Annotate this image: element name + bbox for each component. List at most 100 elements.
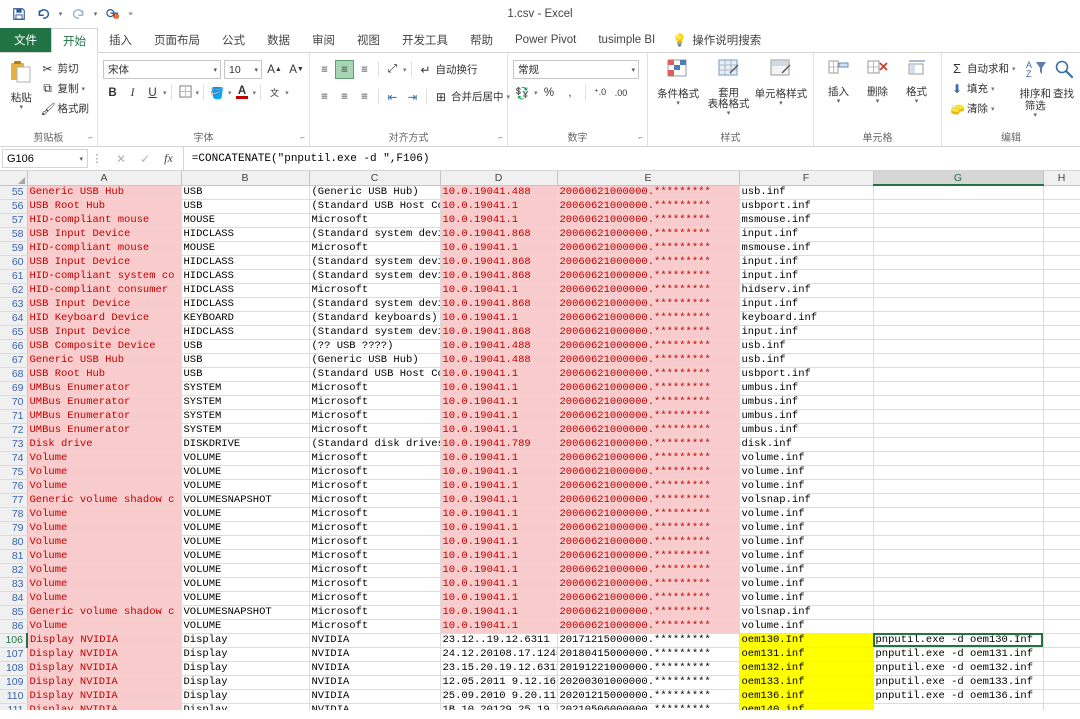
increase-decimal-button[interactable]: ⁺.0 bbox=[591, 83, 610, 102]
cell-F68[interactable]: usbport.inf bbox=[739, 367, 873, 381]
column-header-a[interactable]: A bbox=[27, 171, 181, 185]
cell-H83[interactable] bbox=[1043, 577, 1080, 591]
cell-A77[interactable]: Generic volume shadow c bbox=[27, 493, 181, 507]
cell-E84[interactable]: 20060621000000.********* bbox=[557, 591, 739, 605]
phonetic-dropdown-icon[interactable]: ▾ bbox=[285, 89, 289, 97]
cell-A64[interactable]: HID Keyboard Device bbox=[27, 311, 181, 325]
cell-D106[interactable]: 23.12..19.12.6311 bbox=[440, 633, 557, 647]
cell-C55[interactable]: (Generic USB Hub) bbox=[309, 185, 440, 199]
table-row[interactable]: 82VolumeVOLUMEMicrosoft10.0.19041.120060… bbox=[0, 563, 1080, 577]
cell-A56[interactable]: USB Root Hub bbox=[27, 199, 181, 213]
row-header-65[interactable]: 65 bbox=[0, 325, 27, 339]
table-row[interactable]: 70UMBus EnumeratorSYSTEMMicrosoft10.0.19… bbox=[0, 395, 1080, 409]
row-header-59[interactable]: 59 bbox=[0, 241, 27, 255]
cell-E108[interactable]: 20191221000000.********* bbox=[557, 661, 739, 675]
cell-F85[interactable]: volsnap.inf bbox=[739, 605, 873, 619]
cell-E106[interactable]: 20171215000000.********* bbox=[557, 633, 739, 647]
cell-B77[interactable]: VOLUMESNAPSHOT bbox=[181, 493, 309, 507]
cell-A65[interactable]: USB Input Device bbox=[27, 325, 181, 339]
row-header-111[interactable]: 111 bbox=[0, 703, 27, 710]
cell-B75[interactable]: VOLUME bbox=[181, 465, 309, 479]
cell-D86[interactable]: 10.0.19041.1 bbox=[440, 619, 557, 633]
font-name-combo[interactable]: 宋体 ▾ bbox=[103, 60, 221, 79]
cell-F108[interactable]: oem132.inf bbox=[739, 661, 873, 675]
cell-G64[interactable] bbox=[873, 311, 1043, 325]
cell-A83[interactable]: Volume bbox=[27, 577, 181, 591]
insert-cells-dropdown-icon[interactable]: ▾ bbox=[837, 98, 841, 106]
cell-H65[interactable] bbox=[1043, 325, 1080, 339]
cell-H76[interactable] bbox=[1043, 479, 1080, 493]
cell-B64[interactable]: KEYBOARD bbox=[181, 311, 309, 325]
cell-H71[interactable] bbox=[1043, 409, 1080, 423]
table-row[interactable]: 62HID-compliant consumerHIDCLASSMicrosof… bbox=[0, 283, 1080, 297]
cell-F78[interactable]: volume.inf bbox=[739, 507, 873, 521]
cell-H59[interactable] bbox=[1043, 241, 1080, 255]
row-header-106[interactable]: 106 bbox=[0, 633, 27, 647]
cell-E79[interactable]: 20060621000000.********* bbox=[557, 521, 739, 535]
cell-F73[interactable]: disk.inf bbox=[739, 437, 873, 451]
row-header-76[interactable]: 76 bbox=[0, 479, 27, 493]
cell-D80[interactable]: 10.0.19041.1 bbox=[440, 535, 557, 549]
cell-C58[interactable]: (Standard system device bbox=[309, 227, 440, 241]
cell-A107[interactable]: Display NVIDIA bbox=[27, 647, 181, 661]
cell-A59[interactable]: HID-compliant mouse bbox=[27, 241, 181, 255]
table-row[interactable]: 60USB Input DeviceHIDCLASS(Standard syst… bbox=[0, 255, 1080, 269]
percent-style-button[interactable]: % bbox=[540, 83, 559, 102]
cell-G106[interactable]: pnputil.exe -d oem130.Inf bbox=[873, 633, 1043, 647]
row-header-82[interactable]: 82 bbox=[0, 563, 27, 577]
cell-B76[interactable]: VOLUME bbox=[181, 479, 309, 493]
number-format-combo[interactable]: 常规 ▾ bbox=[513, 60, 639, 79]
cell-E110[interactable]: 20201215000000.********* bbox=[557, 689, 739, 703]
fill-dropdown-icon[interactable]: ▾ bbox=[991, 85, 995, 93]
font-size-dropdown-icon[interactable]: ▾ bbox=[254, 66, 258, 74]
cell-G86[interactable] bbox=[873, 619, 1043, 633]
cell-H106[interactable] bbox=[1043, 633, 1080, 647]
cell-F111[interactable]: oem140.inf bbox=[739, 703, 873, 710]
cell-F81[interactable]: volume.inf bbox=[739, 549, 873, 563]
cell-A75[interactable]: Volume bbox=[27, 465, 181, 479]
cell-H77[interactable] bbox=[1043, 493, 1080, 507]
table-row[interactable]: 108Display NVIDIADisplayNVIDIA23.15.20.1… bbox=[0, 661, 1080, 675]
cell-C69[interactable]: Microsoft bbox=[309, 381, 440, 395]
tab-home[interactable]: 开始 bbox=[51, 28, 98, 53]
touch-mouse-mode-icon[interactable]: 0 bbox=[102, 3, 124, 25]
cell-C60[interactable]: (Standard system device bbox=[309, 255, 440, 269]
cell-B59[interactable]: MOUSE bbox=[181, 241, 309, 255]
cell-C108[interactable]: NVIDIA bbox=[309, 661, 440, 675]
alignment-dialog-launcher[interactable]: ⌐ bbox=[498, 131, 503, 145]
table-row[interactable]: 79VolumeVOLUMEMicrosoft10.0.19041.120060… bbox=[0, 521, 1080, 535]
cell-E55[interactable]: 20060621000000.********* bbox=[557, 185, 739, 199]
table-row[interactable]: 63USB Input DeviceHIDCLASS(Standard syst… bbox=[0, 297, 1080, 311]
cell-C77[interactable]: Microsoft bbox=[309, 493, 440, 507]
row-header-62[interactable]: 62 bbox=[0, 283, 27, 297]
insert-function-icon[interactable]: fx bbox=[164, 151, 173, 166]
cell-D57[interactable]: 10.0.19041.1 bbox=[440, 213, 557, 227]
decrease-indent-button[interactable]: ⇤ bbox=[383, 87, 402, 106]
cell-G58[interactable] bbox=[873, 227, 1043, 241]
undo-dropdown-icon[interactable]: ▾ bbox=[56, 10, 65, 18]
cell-H60[interactable] bbox=[1043, 255, 1080, 269]
cell-G108[interactable]: pnputil.exe -d oem132.inf bbox=[873, 661, 1043, 675]
table-row[interactable]: 106Display NVIDIADisplayNVIDIA23.12..19.… bbox=[0, 633, 1080, 647]
cell-F72[interactable]: umbus.inf bbox=[739, 423, 873, 437]
row-header-85[interactable]: 85 bbox=[0, 605, 27, 619]
tab-power-pivot[interactable]: Power Pivot bbox=[504, 28, 587, 52]
cancel-icon[interactable]: ✕ bbox=[116, 152, 126, 166]
table-row[interactable]: 74VolumeVOLUMEMicrosoft10.0.19041.120060… bbox=[0, 451, 1080, 465]
cell-A85[interactable]: Generic volume shadow c bbox=[27, 605, 181, 619]
cell-F76[interactable]: volume.inf bbox=[739, 479, 873, 493]
cell-B72[interactable]: SYSTEM bbox=[181, 423, 309, 437]
cell-B68[interactable]: USB bbox=[181, 367, 309, 381]
cell-F107[interactable]: oem131.inf bbox=[739, 647, 873, 661]
cell-styles-dropdown-icon[interactable]: ▾ bbox=[779, 100, 783, 108]
cell-D81[interactable]: 10.0.19041.1 bbox=[440, 549, 557, 563]
row-header-72[interactable]: 72 bbox=[0, 423, 27, 437]
cell-H58[interactable] bbox=[1043, 227, 1080, 241]
row-header-63[interactable]: 63 bbox=[0, 297, 27, 311]
cell-D75[interactable]: 10.0.19041.1 bbox=[440, 465, 557, 479]
cell-E85[interactable]: 20060621000000.********* bbox=[557, 605, 739, 619]
cell-A61[interactable]: HID-compliant system co bbox=[27, 269, 181, 283]
cell-A106[interactable]: Display NVIDIA bbox=[27, 633, 181, 647]
cell-F64[interactable]: keyboard.inf bbox=[739, 311, 873, 325]
cell-D67[interactable]: 10.0.19041.488 bbox=[440, 353, 557, 367]
